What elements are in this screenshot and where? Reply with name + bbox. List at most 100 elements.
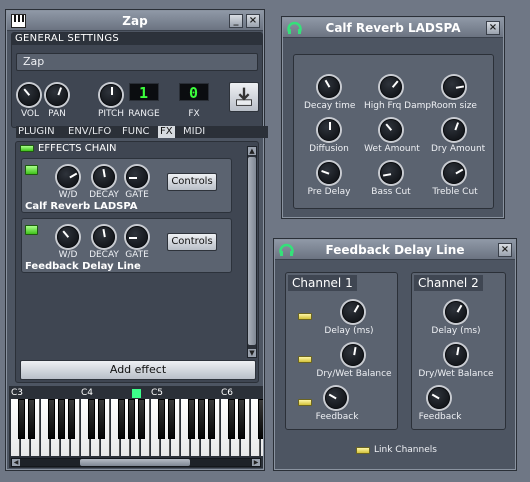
effect-slot-delay: W/D DECAY GATE Controls Feedback Delay L… xyxy=(21,218,232,273)
range-display[interactable]: 1 xyxy=(129,83,159,102)
piano-black-key[interactable] xyxy=(258,399,263,439)
scroll-thumb[interactable] xyxy=(248,157,256,345)
channel-2-panel: Channel 2 Delay (ms) Dry/Wet Balance Fee… xyxy=(411,272,506,430)
piano-label-c3: C3 xyxy=(11,388,24,398)
reverb-dry-amount-knob[interactable] xyxy=(443,119,465,141)
pan-label: PAN xyxy=(48,109,66,119)
effect-reverb-name: Calf Reverb LADSPA xyxy=(25,201,138,212)
tab-env-lfo[interactable]: ENV/LFO xyxy=(68,126,111,138)
minimize-button[interactable]: _ xyxy=(229,14,243,28)
piano-scroll-left[interactable]: ◀ xyxy=(12,459,20,466)
zap-titlebar[interactable]: Zap _ × xyxy=(7,11,263,31)
reverb-room-size-knob[interactable] xyxy=(443,76,465,98)
channel-1-feedback-knob[interactable] xyxy=(325,387,347,409)
piano-black-key[interactable] xyxy=(208,399,215,439)
effect-reverb-wd-label: W/D xyxy=(58,190,78,200)
piano-black-key[interactable] xyxy=(238,399,245,439)
delay-close-button[interactable]: × xyxy=(498,243,512,257)
reverb-diffusion-knob[interactable] xyxy=(318,119,340,141)
channel-1-balance-label: Dry/Wet Balance xyxy=(316,369,392,379)
channel-2-feedback-knob[interactable] xyxy=(428,387,450,409)
plugin-icon xyxy=(287,21,302,34)
effect-delay-controls-button[interactable]: Controls xyxy=(167,233,217,251)
effect-reverb-controls-button[interactable]: Controls xyxy=(167,173,217,191)
piano-keys[interactable] xyxy=(11,399,263,456)
reverb-treble-cut-label: Treble Cut xyxy=(432,187,478,197)
effect-delay-wd-knob[interactable] xyxy=(57,226,79,248)
add-effect-button[interactable]: Add effect xyxy=(20,360,256,380)
piano-black-key[interactable] xyxy=(128,399,135,439)
effect-reverb-toggle[interactable] xyxy=(25,165,38,175)
piano-black-key[interactable] xyxy=(98,399,105,439)
effect-delay-toggle[interactable] xyxy=(25,225,38,235)
piano-scroll-thumb[interactable] xyxy=(80,459,190,466)
tab-midi[interactable]: MIDI xyxy=(183,126,205,138)
piano-black-key[interactable] xyxy=(168,399,175,439)
effect-delay-decay-knob[interactable] xyxy=(93,226,115,248)
instrument-name-field[interactable]: Zap xyxy=(16,53,258,71)
channel-2-delay-knob[interactable] xyxy=(445,301,467,323)
channel-1-delay-knob[interactable] xyxy=(342,301,364,323)
zap-window: Zap _ × GENERAL SETTINGS Zap VOL PAN PIT… xyxy=(5,9,268,471)
effect-delay-wd-label: W/D xyxy=(58,250,78,260)
piano-black-key[interactable] xyxy=(48,399,55,439)
delay-titlebar[interactable]: Feedback Delay Line × xyxy=(275,240,515,260)
piano-black-key[interactable] xyxy=(158,399,165,439)
reverb-treble-cut-knob[interactable] xyxy=(443,162,465,184)
save-preset-button[interactable] xyxy=(229,82,259,112)
scroll-up-arrow[interactable]: ▲ xyxy=(248,147,256,155)
close-button[interactable]: × xyxy=(246,14,260,28)
effect-reverb-decay-knob[interactable] xyxy=(93,166,115,188)
reverb-high-frq-damp-knob[interactable] xyxy=(380,76,402,98)
save-preset-icon xyxy=(236,87,252,106)
channel-1-delay-led[interactable] xyxy=(298,313,312,320)
piano-black-key[interactable] xyxy=(138,399,145,439)
piano-black-key[interactable] xyxy=(228,399,235,439)
channel-1-balance-led[interactable] xyxy=(298,356,312,363)
channel-1-balance-knob[interactable] xyxy=(342,344,364,366)
piano-black-key[interactable] xyxy=(18,399,25,439)
reverb-bass-cut-knob[interactable] xyxy=(380,162,402,184)
effect-reverb-gate-knob[interactable] xyxy=(126,166,148,188)
piano-black-key[interactable] xyxy=(188,399,195,439)
instrument-tabs: PLUGIN ENV/LFO FUNC FX MIDI xyxy=(16,126,268,138)
reverb-decay-time-knob[interactable] xyxy=(318,76,340,98)
tab-plugin[interactable]: PLUGIN xyxy=(18,126,55,138)
pan-knob[interactable] xyxy=(46,84,68,106)
link-channels-label: Link Channels xyxy=(374,445,437,455)
reverb-pre-delay-label: Pre Delay xyxy=(307,187,351,197)
base-note-marker[interactable] xyxy=(132,389,141,398)
reverb-wet-amount-knob[interactable] xyxy=(380,119,402,141)
scroll-down-arrow[interactable]: ▼ xyxy=(248,349,256,357)
piano-black-key[interactable] xyxy=(28,399,35,439)
reverb-high-frq-damp-label: High Frq Damp xyxy=(364,101,432,111)
link-channels-toggle[interactable] xyxy=(356,447,370,454)
piano-scrollbar[interactable]: ◀ ▶ xyxy=(11,458,261,467)
reverb-bass-cut-label: Bass Cut xyxy=(371,187,411,197)
tab-fx[interactable]: FX xyxy=(158,126,175,138)
range-value: 1 xyxy=(138,84,150,102)
reverb-title: Calf Reverb LADSPA xyxy=(325,21,461,35)
channel-2-balance-knob[interactable] xyxy=(445,344,467,366)
reverb-titlebar[interactable]: Calf Reverb LADSPA × xyxy=(283,18,503,38)
piano-black-key[interactable] xyxy=(58,399,65,439)
effect-delay-gate-knob[interactable] xyxy=(126,226,148,248)
channel-1-feedback-led[interactable] xyxy=(298,399,312,406)
piano-black-key[interactable] xyxy=(198,399,205,439)
fx-channel-display[interactable]: 0 xyxy=(179,83,209,102)
reverb-pre-delay-knob[interactable] xyxy=(318,162,340,184)
pitch-knob[interactable] xyxy=(100,84,122,106)
vol-knob[interactable] xyxy=(18,84,40,106)
vol-label: VOL xyxy=(20,109,40,119)
reverb-close-button[interactable]: × xyxy=(486,21,500,35)
piano-scroll-right[interactable]: ▶ xyxy=(252,459,260,466)
effect-reverb-wd-knob[interactable] xyxy=(57,166,79,188)
effects-scrollbar[interactable]: ▲ ▼ xyxy=(247,146,257,358)
tab-func[interactable]: FUNC xyxy=(122,126,150,138)
instrument-name-value: Zap xyxy=(23,55,45,68)
effects-chain-toggle[interactable] xyxy=(20,145,34,152)
piano-black-key[interactable] xyxy=(118,399,125,439)
piano-black-key[interactable] xyxy=(68,399,75,439)
piano-black-key[interactable] xyxy=(88,399,95,439)
range-label: RANGE xyxy=(128,109,160,119)
